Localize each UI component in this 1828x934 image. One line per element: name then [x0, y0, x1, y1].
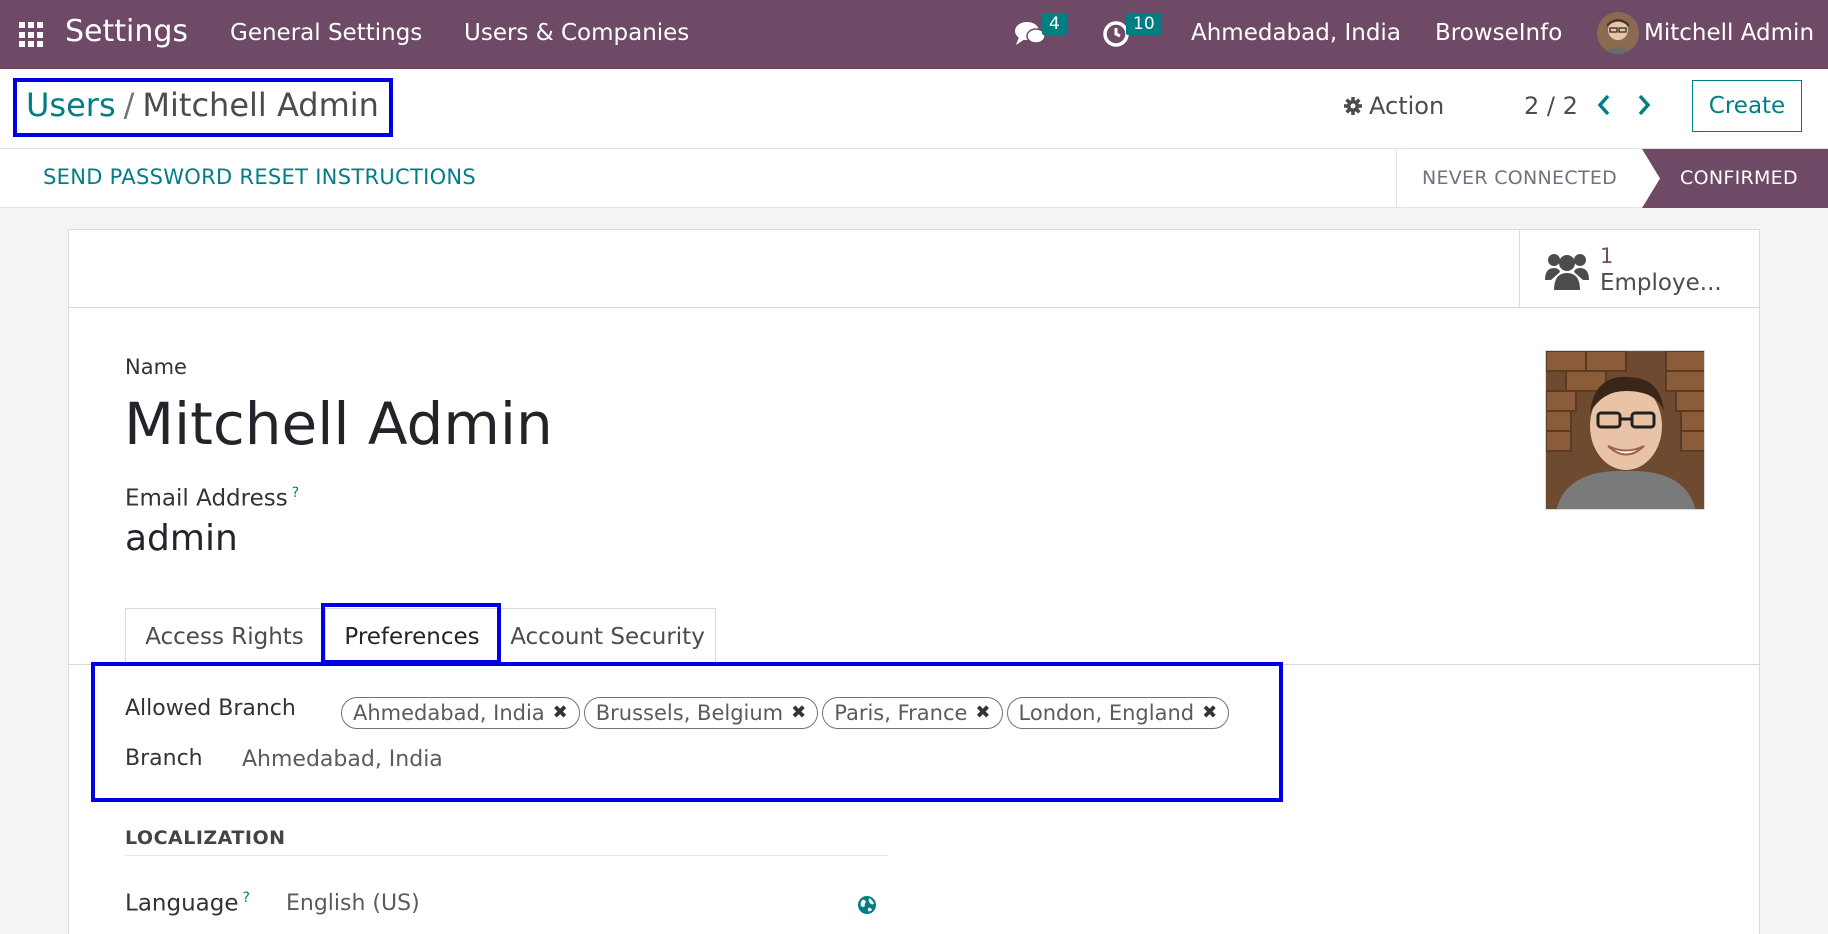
stage-confirmed[interactable]: CONFIRMED — [1642, 149, 1828, 208]
breadcrumb-users-link[interactable]: Users — [26, 86, 116, 124]
messages-badge: 4 — [1042, 13, 1067, 35]
branch-tag: London, England ✖ — [1006, 697, 1230, 729]
chevron-right-icon[interactable] — [1636, 93, 1652, 117]
branch-tag-label: Paris, France — [834, 701, 968, 725]
menu-general-settings[interactable]: General Settings — [230, 20, 422, 46]
tab-preferences[interactable]: Preferences — [325, 608, 499, 666]
tab-access-rights[interactable]: Access Rights — [125, 608, 324, 665]
breadcrumb-current: Mitchell Admin — [142, 86, 379, 124]
section-divider — [125, 855, 887, 856]
globe-icon[interactable] — [857, 895, 877, 915]
button-box: 1 Employe... — [69, 230, 1759, 308]
branch-tag-label: Brussels, Belgium — [595, 701, 784, 725]
action-label: Action — [1369, 92, 1445, 120]
create-button[interactable]: Create — [1692, 80, 1802, 132]
control-panel: Users / Mitchell Admin Action 2 / 2 Create — [0, 69, 1828, 149]
allowed-branch-label: Allowed Branch — [125, 696, 296, 721]
name-label: Name — [125, 355, 187, 379]
branch-field[interactable]: Ahmedabad, India — [242, 747, 443, 772]
gear-icon — [1344, 97, 1362, 115]
remove-tag-icon[interactable]: ✖ — [975, 698, 990, 728]
employees-smart-button[interactable]: 1 Employe... — [1519, 230, 1759, 308]
send-password-reset-button[interactable]: SEND PASSWORD RESET INSTRUCTIONS — [43, 165, 476, 189]
branch-tag-label: Ahmedabad, India — [353, 701, 545, 725]
user-photo[interactable] — [1545, 350, 1705, 510]
language-label-text: Language — [125, 890, 239, 917]
allowed-branch-tags[interactable]: Ahmedabad, India ✖ Brussels, Belgium ✖ P… — [341, 697, 1230, 729]
branch-tag: Brussels, Belgium ✖ — [583, 697, 819, 729]
localization-heading: LOCALIZATION — [125, 827, 286, 849]
help-icon[interactable]: ? — [292, 485, 299, 501]
action-button[interactable]: Action — [1343, 92, 1444, 120]
branch-label: Branch — [125, 746, 203, 771]
email-label-text: Email Address — [125, 485, 288, 512]
menu-users-companies[interactable]: Users & Companies — [464, 20, 689, 46]
name-field[interactable]: Mitchell Admin — [124, 390, 553, 458]
pager-value[interactable]: 2 / 2 — [1524, 92, 1578, 120]
employee-label: Employe... — [1600, 270, 1722, 296]
top-navbar: Settings General Settings Users & Compan… — [0, 0, 1828, 69]
help-icon[interactable]: ? — [243, 890, 250, 906]
language-field[interactable]: English (US) — [286, 891, 420, 916]
form-sheet: 1 Employe... Name Mitchell Admin Email A… — [68, 229, 1760, 934]
remove-tag-icon[interactable]: ✖ — [553, 698, 568, 728]
statusbar: SEND PASSWORD RESET INSTRUCTIONS NEVER C… — [0, 149, 1828, 208]
branch-tag: Paris, France ✖ — [822, 697, 1003, 729]
branch-tag-label: London, England — [1018, 701, 1195, 725]
language-label: Language? — [125, 890, 250, 917]
users-group-icon — [1545, 254, 1589, 290]
activities-badge: 10 — [1126, 13, 1162, 35]
notebook-tabs: Access Rights Preferences Account Securi… — [69, 603, 1759, 666]
remove-tag-icon[interactable]: ✖ — [1202, 698, 1217, 728]
tab-account-security[interactable]: Account Security — [499, 608, 716, 665]
breadcrumb: Users / Mitchell Admin — [26, 86, 379, 124]
remove-tag-icon[interactable]: ✖ — [791, 698, 806, 728]
employee-count: 1 — [1600, 244, 1614, 268]
company-switcher[interactable]: BrowseInfo — [1435, 20, 1562, 46]
app-title[interactable]: Settings — [65, 14, 188, 49]
branch-tag: Ahmedabad, India ✖ — [341, 697, 580, 729]
email-label: Email Address? — [125, 485, 299, 512]
apps-grid-icon[interactable] — [19, 22, 45, 48]
breadcrumb-separator: / — [123, 86, 135, 124]
user-menu[interactable]: Mitchell Admin — [1644, 20, 1814, 46]
chevron-left-icon[interactable] — [1596, 93, 1612, 117]
email-field[interactable]: admin — [125, 518, 238, 559]
branch-switcher[interactable]: Ahmedabad, India — [1191, 20, 1401, 46]
avatar[interactable] — [1597, 12, 1639, 54]
stage-never-connected[interactable]: NEVER CONNECTED — [1396, 149, 1642, 208]
branch-highlight — [91, 662, 1283, 802]
